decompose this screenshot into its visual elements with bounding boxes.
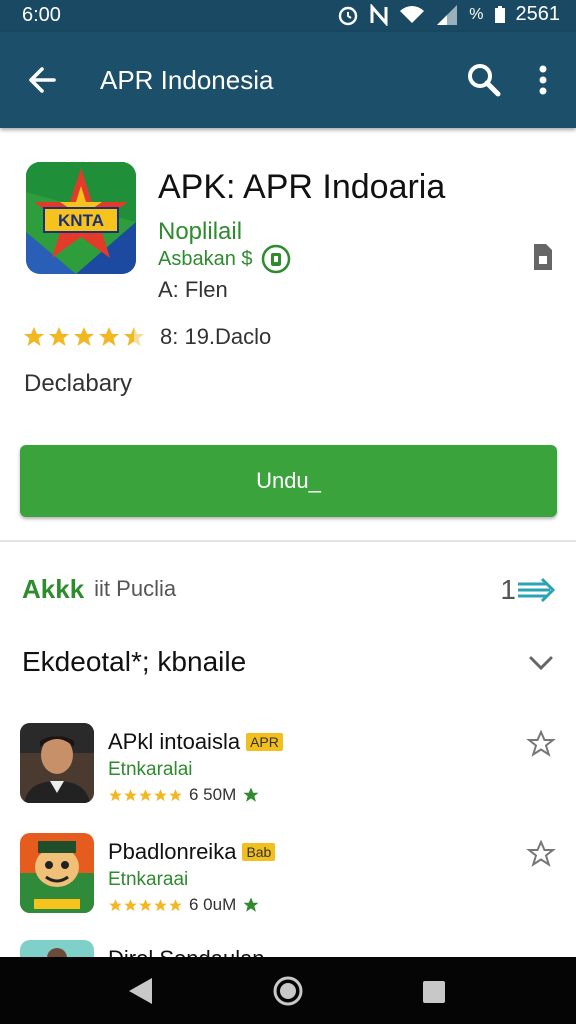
app-thumbnail (20, 723, 94, 803)
alarm-icon (339, 6, 358, 25)
list-item-title: APkl intoaisla APR (108, 729, 283, 755)
list-item-developer: Etnkaralai (108, 759, 193, 780)
editors-choice-icon (261, 244, 290, 274)
rating-stars (22, 325, 146, 349)
rating-summary: 8: 19.Daclo (22, 324, 271, 350)
app-category[interactable]: Declabary (24, 370, 132, 398)
status-icons: % 2561 (337, 3, 560, 26)
list-item-size: 6 50M (189, 785, 237, 804)
nav-home-icon[interactable] (272, 975, 304, 1007)
list-item-title: Pbadlonreika Bab (108, 839, 276, 865)
star-icon (99, 327, 119, 346)
content-rating: A: Flen (158, 277, 228, 302)
status-bar: 6:00 % 2561 (0, 0, 576, 32)
list-item-title-text: Pbadlonreika (108, 839, 237, 864)
list-item-meta: 6 50M (108, 785, 260, 805)
nav-back-icon[interactable] (126, 976, 154, 1006)
app-thumbnail (20, 833, 94, 913)
app-logo: KNTA (26, 162, 136, 274)
battery-percent: % (469, 5, 484, 23)
favorite-star-icon[interactable] (526, 729, 556, 759)
share-arrow-icon[interactable] (516, 576, 556, 604)
rating-count: 8: 19.Daclo (160, 324, 272, 349)
star-icon (139, 898, 152, 911)
list-item-meta: 6 0uM (108, 895, 260, 915)
star-icon (49, 327, 69, 346)
wishlist-icon[interactable] (528, 242, 556, 272)
star-icon (74, 327, 94, 346)
nav-recent-apps-icon[interactable] (422, 980, 446, 1004)
star-icon (24, 327, 44, 346)
install-button[interactable]: Undu_ (20, 445, 557, 517)
install-label: Undu_ (256, 468, 321, 493)
page-title: APR Indonesia (100, 65, 274, 95)
section-title: Ekdeotal*; kbnaile (22, 646, 247, 677)
app-title: APK: APR Indoaria (158, 168, 446, 206)
list-item-stars (108, 898, 183, 913)
back-arrow-icon[interactable] (22, 60, 62, 100)
svg-text:KNTA: KNTA (58, 211, 104, 230)
list-item-developer: Etnkaraai (108, 869, 189, 890)
star-badge-icon (243, 787, 259, 802)
star-icon (109, 788, 122, 801)
search-icon[interactable] (464, 60, 504, 100)
list-item-tag: APR (246, 733, 283, 751)
list-item-size: 6 0uM (189, 895, 237, 914)
favorite-star-icon[interactable] (526, 839, 556, 869)
developer-subtitle: Asbakan $ (158, 244, 291, 274)
status-clock: 2561 (515, 3, 561, 25)
star-icon (124, 788, 137, 801)
nfc-icon (370, 3, 388, 26)
more-options-icon[interactable] (530, 60, 556, 100)
star-icon (124, 327, 144, 346)
star-icon (154, 898, 167, 911)
star-icon (139, 788, 152, 801)
similar-count: 1 (500, 574, 516, 605)
star-icon (154, 788, 167, 801)
list-item-title-text: APkl intoaisla (108, 729, 241, 754)
battery-icon (494, 5, 505, 23)
star-icon (109, 898, 122, 911)
status-time: 6:00 (22, 4, 61, 26)
signal-icon (437, 4, 458, 25)
wifi-icon (400, 5, 425, 23)
similar-label: Akkk (22, 574, 84, 605)
list-item[interactable]: APkl intoaisla APR Etnkaralai 6 50M (0, 723, 576, 813)
list-item[interactable]: Pbadlonreika Bab Etnkaraai 6 0uM (0, 833, 576, 923)
divider (0, 540, 576, 542)
developer-sub-label: Asbakan $ (158, 247, 253, 270)
chevron-down-icon[interactable] (526, 648, 556, 678)
star-icon (169, 898, 182, 911)
star-badge-icon (243, 897, 259, 912)
similar-subtitle: iit Puclia (94, 576, 177, 601)
similar-label-text: Akkk (22, 573, 85, 604)
star-icon (169, 788, 182, 801)
list-item-tag: Bab (242, 843, 276, 861)
list-item-stars (108, 788, 183, 803)
similar-apps-row[interactable]: Akkk iit Puclia 1 (22, 572, 556, 606)
star-icon (124, 898, 137, 911)
app-bar: APR Indonesia (0, 32, 576, 128)
developer-name[interactable]: Noplilail (158, 218, 242, 246)
